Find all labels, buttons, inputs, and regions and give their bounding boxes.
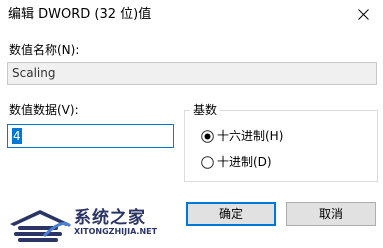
watermark-url: XITONGZHIJIA.NET [74, 227, 158, 236]
value-data-text: 4 [12, 128, 22, 144]
decimal-radio[interactable] [201, 156, 214, 169]
value-data-input[interactable]: 4 [7, 124, 174, 148]
base-group-title: 基数 [190, 102, 221, 118]
cancel-button[interactable]: 取消 [286, 202, 376, 226]
close-button[interactable] [344, 0, 383, 30]
ok-button[interactable]: 确定 [186, 202, 276, 226]
decimal-radio-label[interactable]: 十进制(D) [217, 154, 272, 170]
base-groupbox [184, 110, 378, 182]
close-icon [358, 9, 369, 20]
title-bar[interactable]: 编辑 DWORD (32 位)值 [0, 0, 383, 30]
value-name-text: Scaling [12, 66, 56, 80]
hex-radio[interactable] [201, 130, 214, 143]
value-name-label: 数值名称(N): [9, 43, 80, 57]
watermark-name: 系统之家 [74, 208, 146, 228]
value-name-field: Scaling [7, 62, 377, 85]
value-data-label: 数值数据(V): [9, 103, 79, 117]
hex-radio-label[interactable]: 十六进制(H) [217, 128, 283, 144]
window-title: 编辑 DWORD (32 位)值 [8, 7, 152, 22]
edit-dword-dialog: 编辑 DWORD (32 位)值 数值名称(N): Scaling 数值数据(V… [0, 0, 383, 248]
